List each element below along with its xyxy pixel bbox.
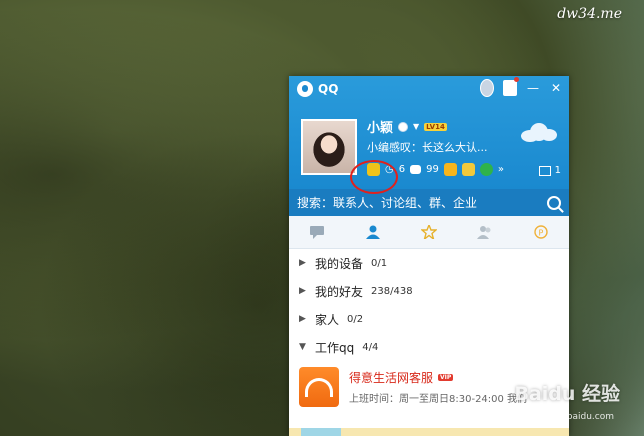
tray-indicator[interactable]: 1 xyxy=(538,165,561,176)
wifi-logo-icon xyxy=(305,377,333,397)
shop-cart-icon[interactable] xyxy=(443,163,457,176)
search-bar xyxy=(289,189,569,216)
window-controls: — ✕ xyxy=(480,77,563,97)
group-icon xyxy=(477,226,491,239)
more-icons-chevron[interactable]: » xyxy=(498,164,504,175)
vip-badge: VIP xyxy=(438,374,454,381)
group-family[interactable]: ▶ 家人 0/2 xyxy=(289,305,569,333)
skin-shirt-icon[interactable] xyxy=(503,77,519,96)
user-name-row: 小颖 ▼ LV14 xyxy=(367,117,447,136)
annotation-circle xyxy=(350,160,398,194)
person-icon xyxy=(366,225,380,239)
group-count: 0/1 xyxy=(371,257,388,269)
tray-count: 1 xyxy=(554,165,561,176)
group-count: 0/2 xyxy=(347,313,364,325)
collapsed-arrow-icon: ▶ xyxy=(299,314,306,324)
window-title: QQ xyxy=(318,82,339,96)
main-tabs: P xyxy=(289,216,569,249)
tab-contacts[interactable] xyxy=(345,216,401,248)
site-watermark: dw34.me xyxy=(557,6,622,22)
group-name: 工作qq xyxy=(315,340,355,355)
qq-penguin-icon xyxy=(297,81,313,97)
group-count: 4/4 xyxy=(362,341,379,353)
group-friends[interactable]: ▶ 我的好友 238/438 xyxy=(289,277,569,305)
tab-favorites[interactable] xyxy=(401,216,457,248)
group-work[interactable]: ▼ 工作qq 4/4 xyxy=(289,333,569,361)
chat-bubble-icon xyxy=(310,226,324,239)
user-name[interactable]: 小颖 xyxy=(367,117,393,136)
baidu-url: jingyan.baidu.com xyxy=(530,412,614,422)
collapsed-arrow-icon: ▶ xyxy=(299,258,306,268)
contact-status: 上班时间：周一至周日8:30-24:00 我们 xyxy=(349,394,528,405)
signature-text[interactable]: 小编感叹：长这么大认... xyxy=(367,139,497,155)
contact-avatar[interactable] xyxy=(299,367,339,407)
mail-icon[interactable] xyxy=(410,165,422,174)
group-name: 我的好友 xyxy=(315,284,364,299)
wallet-icon[interactable] xyxy=(461,163,475,176)
group-name: 家人 xyxy=(315,312,340,327)
online-status-icon[interactable] xyxy=(398,121,409,132)
mail-count: 99 xyxy=(426,164,439,175)
baidu-watermark: Baidu 经验 xyxy=(514,383,620,405)
svg-text:P: P xyxy=(539,229,544,238)
star-icon xyxy=(421,225,437,239)
group-count: 238/438 xyxy=(371,285,413,297)
profile-header: QQ — ✕ 小颖 ▼ LV14 小编感叹：长这么大认... ◷ 6 99 » … xyxy=(289,76,569,189)
message-count: 6 xyxy=(398,164,406,175)
tab-groups[interactable] xyxy=(457,216,513,248)
close-button[interactable]: ✕ xyxy=(549,80,563,96)
search-input[interactable] xyxy=(297,195,547,210)
minimize-button[interactable]: — xyxy=(526,80,540,96)
p-circle-icon: P xyxy=(534,225,548,239)
app-circle-icon[interactable] xyxy=(479,163,493,176)
group-devices[interactable]: ▶ 我的设备 0/1 xyxy=(289,249,569,277)
tab-apps[interactable]: P xyxy=(513,216,569,248)
contact-name: 得意生活网客服 xyxy=(349,371,434,385)
tab-messages[interactable] xyxy=(289,216,345,248)
contact-name-row: 得意生活网客服 VIP xyxy=(349,369,527,386)
tray-icon xyxy=(538,165,551,176)
expanded-arrow-icon: ▼ xyxy=(299,342,306,352)
status-dropdown-icon[interactable]: ▼ xyxy=(413,122,419,131)
user-avatar[interactable] xyxy=(301,119,357,175)
level-badge[interactable]: LV14 xyxy=(424,122,447,131)
weather-cloud-icon[interactable] xyxy=(517,120,559,144)
medal-icon[interactable] xyxy=(480,79,494,97)
collapsed-arrow-icon: ▶ xyxy=(299,286,306,296)
next-contact-peek xyxy=(289,428,569,436)
group-name: 我的设备 xyxy=(315,256,364,271)
search-icon[interactable] xyxy=(547,195,561,210)
